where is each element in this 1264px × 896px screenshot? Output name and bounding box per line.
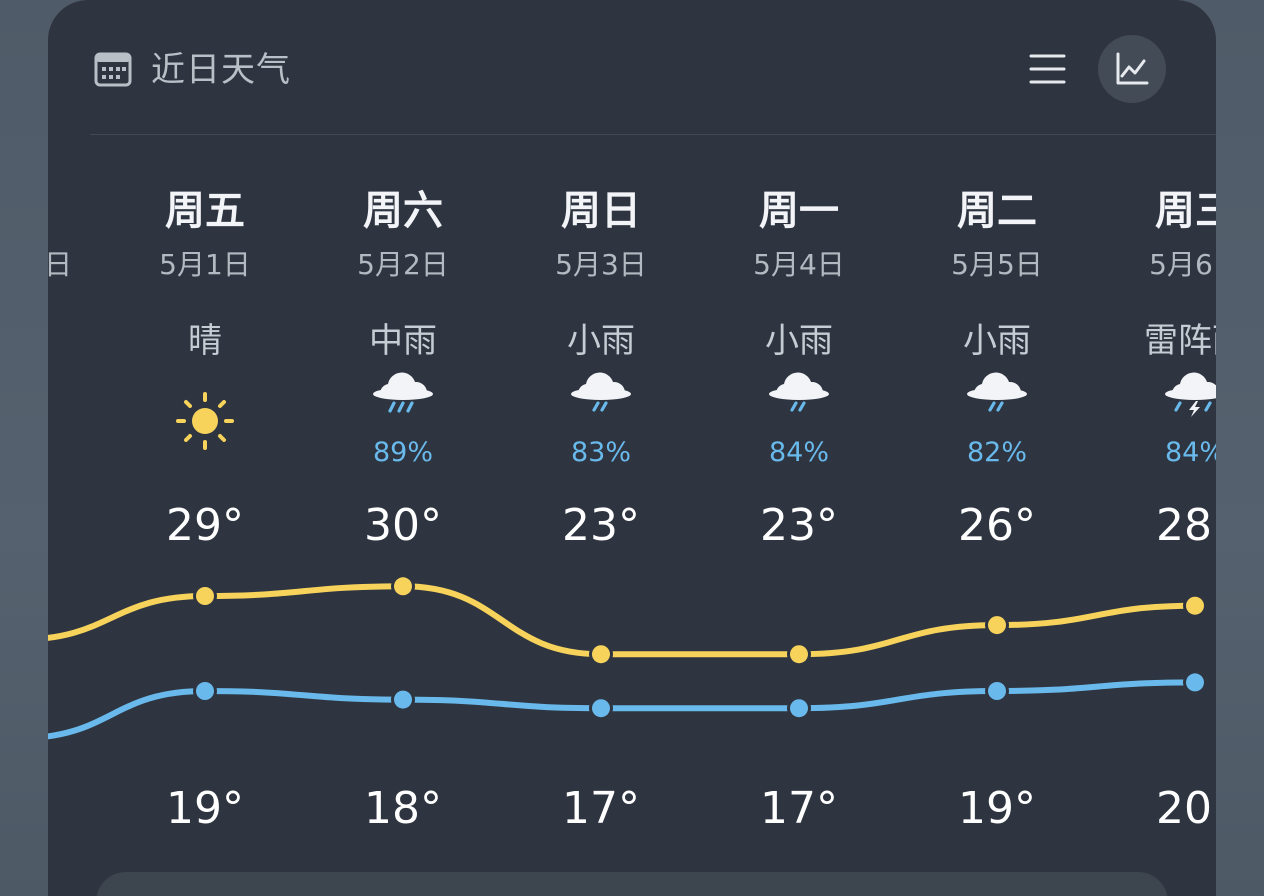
high-temp-line xyxy=(48,583,1198,658)
high-temp-point xyxy=(196,587,214,605)
low-temp-point xyxy=(1186,673,1204,692)
high-temp-point xyxy=(790,645,808,664)
high-temp-point xyxy=(394,577,412,596)
temperature-curves xyxy=(48,574,1207,740)
low-temp-point xyxy=(988,682,1006,700)
high-temp-point xyxy=(1186,596,1204,615)
low-temp-point xyxy=(196,682,214,700)
high-temp-point xyxy=(592,645,610,664)
low-temp-point xyxy=(394,690,412,709)
bottom-panel xyxy=(96,872,1168,896)
low-temp-point xyxy=(790,699,808,718)
high-temp-point xyxy=(988,616,1006,635)
low-temp-point xyxy=(592,699,610,718)
low-temp-line xyxy=(48,679,1198,740)
weather-card: 近日天气 日 周五 5月1日晴 29° 19° 周六 5月2日 中雨 89% 30° 18° 周… xyxy=(48,0,1216,896)
